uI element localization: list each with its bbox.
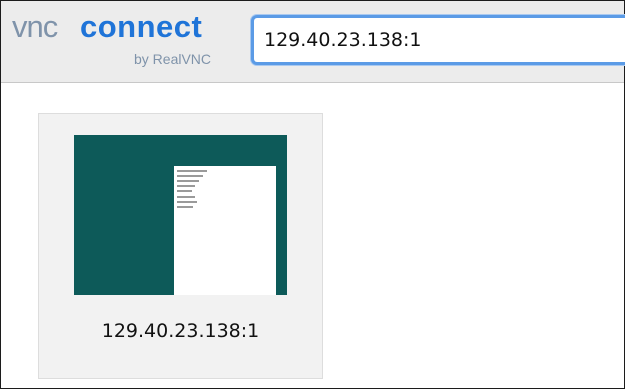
thumbnail-text-line xyxy=(177,175,203,177)
thumbnail-text-line xyxy=(177,190,192,192)
connection-thumbnail xyxy=(74,135,287,295)
thumbnail-text-line xyxy=(177,201,197,203)
toolbar: vnc connect by RealVNC xyxy=(1,1,625,83)
connection-tile[interactable]: 129.40.23.138:1 xyxy=(38,113,323,379)
address-input[interactable] xyxy=(251,15,625,65)
logo-connect-text: connect xyxy=(80,9,203,44)
logo-vnc-text: vnc xyxy=(12,9,58,44)
thumbnail-text-line xyxy=(177,180,199,182)
vnc-viewer-window: vnc connect by RealVNC 129.40.23.138:1 xyxy=(0,0,625,389)
thumbnail-terminal-window xyxy=(174,166,276,295)
thumbnail-text-line xyxy=(177,170,207,172)
thumbnail-text-line xyxy=(177,206,193,208)
thumbnail-text-line xyxy=(177,185,195,187)
connections-area: 129.40.23.138:1 xyxy=(1,83,624,388)
vnc-connect-logo: vnc connect by RealVNC xyxy=(12,10,238,72)
connection-label: 129.40.23.138:1 xyxy=(101,320,260,342)
logo-byline: by RealVNC xyxy=(134,51,212,67)
thumbnail-text-line xyxy=(177,196,195,198)
